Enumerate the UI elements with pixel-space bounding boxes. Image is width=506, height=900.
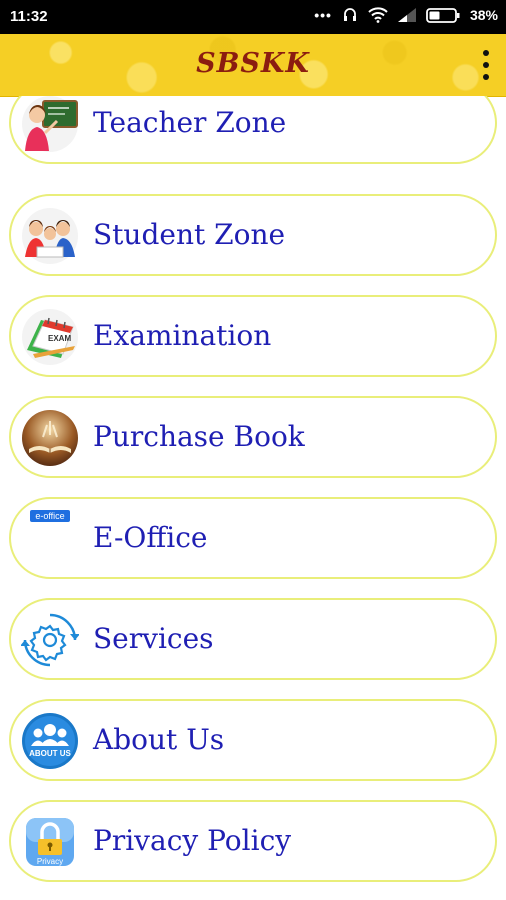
signal-icon [397,8,416,22]
exam-calendar-icon: EXAM [21,308,79,366]
menu-list: Teacher Zone Student Zone EXAM Examinati… [0,96,506,900]
app-title: SBSKK [196,48,310,79]
menu-item-teacher-zone[interactable]: Teacher Zone [9,96,497,164]
wifi-icon [368,7,388,23]
status-time: 11:32 [10,8,48,25]
more-vert-icon[interactable] [480,50,492,80]
menu-item-label: About Us [93,723,225,756]
more-notifications-icon: ••• [314,7,332,23]
e-office-badge: e-office [30,510,70,522]
menu-item-services[interactable]: Services [9,598,497,680]
privacy-lock-icon: Privacy [21,813,79,871]
e-office-icon: e-office [21,510,79,568]
students-icon [21,207,79,265]
app-bar: SBSKK [0,34,506,97]
status-icons: ••• 38% [314,7,498,23]
menu-item-label: Services [93,622,214,655]
menu-item-label: E-Office [93,521,208,554]
menu-item-label: Student Zone [93,218,286,251]
privacy-badge: Privacy [36,857,64,866]
headset-icon [343,8,356,21]
menu-item-e-office[interactable]: e-office E-Office [9,497,497,579]
book-icon [21,409,79,467]
svg-text:EXAM: EXAM [48,334,71,343]
battery-icon [426,7,460,23]
menu-item-examination[interactable]: EXAM Examination [9,295,497,377]
battery-percent: 38% [469,7,498,23]
menu-item-purchase-book[interactable]: Purchase Book [9,396,497,478]
menu-item-label: Examination [93,319,272,352]
menu-item-label: Purchase Book [93,420,305,453]
services-gear-icon [21,611,79,669]
menu-item-student-zone[interactable]: Student Zone [9,194,497,276]
menu-item-label: Privacy Policy [93,824,292,857]
menu-item-about-us[interactable]: ABOUT US About Us [9,699,497,781]
about-us-badge: ABOUT US [29,749,71,758]
menu-item-privacy-policy[interactable]: Privacy Privacy Policy [9,800,497,882]
menu-item-label: Teacher Zone [93,106,287,139]
teacher-icon [21,96,79,153]
status-bar: 11:32 ••• 38% [0,0,506,34]
about-us-icon: ABOUT US [21,712,79,770]
